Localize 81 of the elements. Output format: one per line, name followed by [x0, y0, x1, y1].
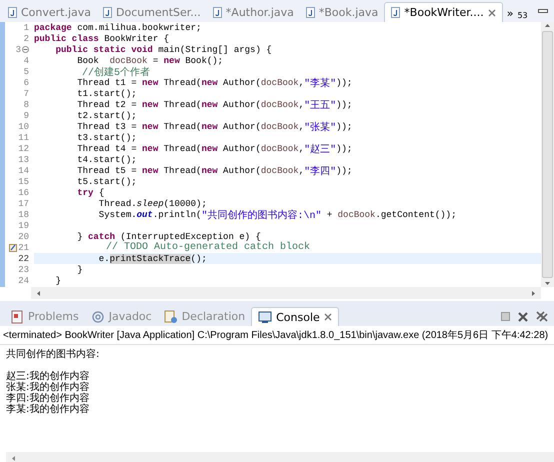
- code-line: }: [76, 264, 84, 275]
- code-line: //创建5个作者: [81, 66, 152, 77]
- editor-tab[interactable]: DocumentSer...: [97, 2, 207, 22]
- scroll-right-icon[interactable]: [531, 290, 537, 296]
- vertical-scrollbar[interactable]: [541, 22, 554, 287]
- line-number: 20: [18, 232, 29, 242]
- line-number: 23: [18, 264, 29, 274]
- view-tab[interactable]: Javadoc: [84, 307, 158, 326]
- editor-tab[interactable]: *BookWriter....: [384, 2, 503, 22]
- line-number: 12: [18, 144, 29, 154]
- editor-tab[interactable]: *Book.java: [300, 2, 384, 22]
- console-output-line: 共同创作的图书内容:: [6, 349, 100, 360]
- code-line: } catch (InterruptedException e) {: [76, 231, 261, 242]
- console-output-line: 张某:我的创作内容: [6, 382, 90, 393]
- line-number: 13: [18, 154, 29, 164]
- line-number: 18: [18, 210, 29, 220]
- java-file-icon: [212, 6, 222, 18]
- remove-all-icon[interactable]: [536, 311, 548, 322]
- line-number: 1: [24, 22, 29, 32]
- code-line: public static void main(String[] args) {: [54, 44, 273, 55]
- line-number: 4: [24, 56, 29, 66]
- line-number: 16: [18, 188, 29, 198]
- view-tab[interactable]: Console: [251, 307, 339, 326]
- console-icon: [258, 310, 272, 324]
- code-line: t2.start();: [76, 110, 138, 121]
- line-number: 22: [18, 254, 29, 264]
- code-line: Thread t4 = new Thread(new Author(docBook,"赵三"));: [76, 143, 354, 154]
- line-number: 15: [18, 176, 29, 186]
- view-tab[interactable]: Declaration: [158, 307, 252, 326]
- code-line: Thread.sleep(10000);: [98, 198, 208, 209]
- line-number: 19: [18, 220, 29, 230]
- editor-tab[interactable]: *Author.java: [206, 2, 300, 22]
- java-file-icon: [103, 6, 112, 18]
- java-file-icon: [391, 7, 400, 18]
- tab-overflow-button[interactable]: » $_{53}$: [502, 2, 532, 22]
- minimize-icon[interactable]: [538, 7, 548, 15]
- console-output-line: 李某:我的创作内容: [6, 404, 90, 415]
- code-line: Thread t2 = new Thread(new Author(docBook,"王五"));: [76, 99, 354, 110]
- line-number: 3: [16, 44, 21, 54]
- line-number: 5: [24, 66, 29, 76]
- line-number: 7: [24, 88, 29, 98]
- scroll-left-icon[interactable]: [35, 290, 41, 296]
- line-number: 24: [18, 276, 29, 286]
- line-number: 17: [18, 198, 29, 208]
- java-file-icon: [306, 6, 315, 18]
- line-number: 11: [18, 132, 29, 142]
- collapse-icon[interactable]: [22, 46, 29, 53]
- editor-tab[interactable]: Convert.java: [2, 2, 98, 22]
- remove-icon[interactable]: [518, 312, 528, 322]
- code-line: t1.start();: [76, 88, 138, 99]
- line-number: 9: [24, 110, 29, 120]
- scroll-left-icon[interactable]: [10, 454, 16, 462]
- close-icon[interactable]: [324, 313, 332, 321]
- line-number: 21: [18, 242, 29, 252]
- line-number: 10: [18, 122, 29, 132]
- code-line: Thread t3 = new Thread(new Author(docBook,"张某"));: [76, 121, 354, 132]
- code-line: Thread t1 = new Thread(new Author(docBook,"李某"));: [76, 77, 354, 88]
- code-line: public class BookWriter {: [34, 33, 170, 44]
- code-line: package com.milihua.bookwriter;: [34, 22, 202, 33]
- task-marker-icon[interactable]: [9, 243, 18, 252]
- code-line: t5.start();: [76, 176, 138, 187]
- java-file-icon: [8, 6, 17, 18]
- code-line: Book docBook = new Book();: [76, 55, 224, 66]
- code-line: t3.start();: [76, 132, 138, 143]
- line-number: 6: [24, 78, 29, 88]
- console-output-line: 赵三:我的创作内容: [6, 371, 90, 382]
- view-tab[interactable]: Problems: [4, 307, 85, 326]
- line-number: 8: [24, 100, 29, 110]
- code-line: try {: [76, 187, 106, 198]
- code-line: }: [54, 275, 62, 286]
- horizontal-scrollbar[interactable]: [6, 452, 554, 462]
- close-icon[interactable]: [488, 8, 496, 16]
- document-icon: [164, 310, 178, 324]
- problems-icon: [10, 310, 24, 324]
- console-output-line: 李四:我的创作内容: [6, 393, 90, 404]
- code-line: Thread t5 = new Thread(new Author(docBook,"李四"));: [76, 165, 354, 176]
- line-number: 14: [18, 166, 29, 176]
- code-line: t4.start();: [76, 154, 138, 165]
- line-number: 2: [24, 34, 29, 44]
- code-line: // TODO Auto-generated catch block: [105, 242, 312, 253]
- horizontal-scrollbar[interactable]: [31, 287, 541, 299]
